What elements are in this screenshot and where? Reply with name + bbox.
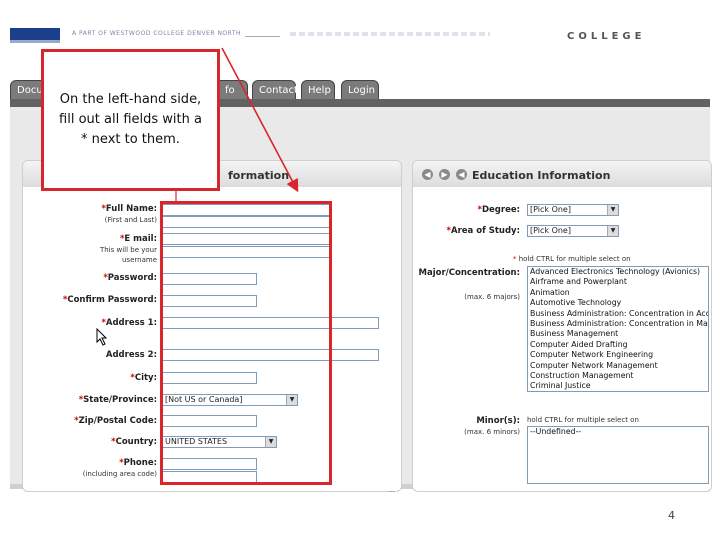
page-number: 4 bbox=[668, 509, 675, 522]
annotation-arrows bbox=[175, 47, 299, 201]
arrow-to-form bbox=[221, 47, 299, 193]
footer-dots: ... bbox=[388, 486, 395, 494]
mouse-cursor-icon bbox=[96, 328, 108, 346]
